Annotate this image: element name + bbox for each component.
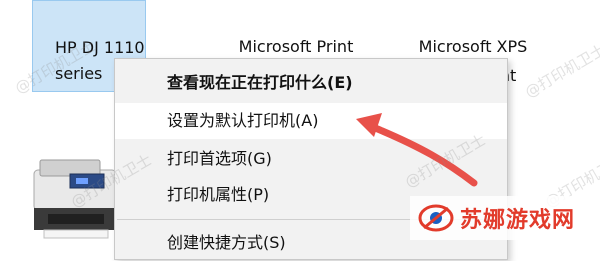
site-logo: 苏娜游戏网 bbox=[410, 196, 600, 240]
logo-mark-icon bbox=[418, 204, 454, 232]
device-label: Microsoft XPS bbox=[400, 34, 546, 60]
menu-item-see-whats-printing[interactable]: 查看现在正在打印什么(E) bbox=[115, 65, 507, 101]
logo-text: 苏娜游戏网 bbox=[460, 208, 576, 233]
device-label: Microsoft Print bbox=[208, 34, 384, 60]
device-name-line1: Microsoft Print bbox=[238, 37, 354, 56]
device-name-line1: Microsoft XPS bbox=[418, 37, 528, 56]
